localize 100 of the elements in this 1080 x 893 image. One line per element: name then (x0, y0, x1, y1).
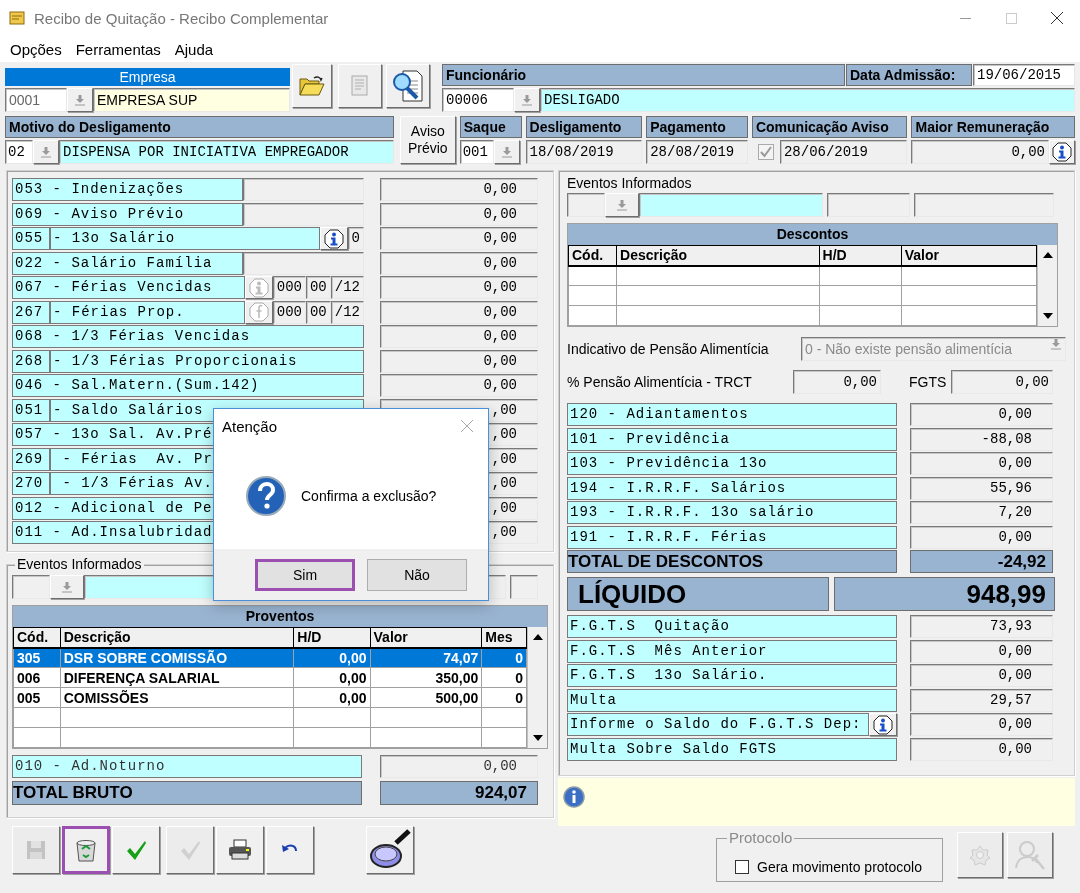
event-code: 269 (12, 447, 50, 471)
table-row[interactable]: 006 DIFERENÇA SALARIAL 0,00 350,00 0 (13, 667, 527, 688)
input-field[interactable] (12, 575, 50, 599)
date-field[interactable]: 28/08/2019 (646, 140, 748, 164)
value-field[interactable]: 0,00 (910, 639, 1053, 663)
date-field[interactable]: 18/08/2019 (525, 140, 643, 164)
code-field[interactable]: 00006 (442, 88, 514, 112)
input-field[interactable] (914, 193, 1054, 217)
checkbox-label: Gera movimento protocolo (757, 859, 922, 875)
event-label: 120 - Adiantamentos (567, 403, 897, 426)
name-field[interactable]: DISPENSA POR INICIATIVA EMPREGADOR (59, 140, 394, 164)
value-field[interactable]: 0,00 (951, 370, 1053, 394)
input-field[interactable]: 00 (305, 276, 331, 299)
info-button[interactable] (869, 713, 897, 736)
checkbox[interactable] (757, 144, 774, 160)
code-field[interactable]: 0001 (5, 88, 67, 112)
date-field[interactable]: 19/06/2015 (973, 64, 1075, 86)
value-field[interactable]: 0,00 (380, 755, 538, 778)
dropdown-button[interactable] (33, 140, 59, 164)
input-field[interactable] (567, 193, 605, 217)
input-field[interactable] (510, 575, 538, 599)
value-field[interactable]: 0,00 (380, 349, 538, 373)
table-cell: COMISSÕES (60, 687, 294, 708)
code-field[interactable]: 02 (5, 140, 33, 164)
table-row[interactable]: 305 DSR SOBRE COMISSÃO 0,00 74,07 0 (13, 647, 527, 668)
value-field[interactable]: 55,96 (910, 476, 1053, 500)
value-field[interactable]: 0,00 (380, 251, 538, 275)
net-value: 948,99 (834, 577, 1055, 611)
value-field[interactable]: 29,57 (910, 688, 1053, 712)
info-button[interactable] (1049, 140, 1075, 164)
date-field[interactable]: 28/06/2019 (779, 140, 908, 164)
table-cell: 350,00 (370, 667, 482, 688)
event-label: - 13o Salário (50, 227, 320, 250)
value-field[interactable]: -88,08 (910, 427, 1053, 451)
name-field[interactable]: DESLIGADO (540, 88, 1075, 112)
menu-item[interactable]: Ferramentas (68, 40, 168, 58)
value-field[interactable]: 0,00 (910, 452, 1053, 475)
scrollbar[interactable] (1037, 245, 1057, 326)
document-button[interactable] (338, 64, 382, 108)
name-field[interactable]: EMPRESA SUP (93, 88, 290, 112)
value-field[interactable]: 73,93 (910, 615, 1053, 638)
value-field[interactable]: 0,00 (911, 140, 1049, 164)
input-field[interactable] (827, 193, 910, 217)
value-field[interactable]: 0,00 (910, 713, 1053, 736)
input-field[interactable] (639, 193, 823, 217)
dropdown-button[interactable] (605, 193, 639, 217)
value-field[interactable]: 0,00 (910, 664, 1053, 687)
value-field[interactable]: 0,00 (910, 525, 1053, 549)
value-field[interactable]: 0,00 (380, 374, 538, 397)
table-cell: DIFERENÇA SALARIAL (60, 667, 294, 688)
print-button[interactable] (216, 826, 264, 874)
grid-title: Proventos (13, 606, 547, 627)
value-field[interactable]: 7,20 (910, 501, 1053, 524)
delete-button[interactable] (62, 826, 110, 874)
input-field[interactable] (243, 202, 364, 226)
input-field[interactable]: 000 (272, 276, 306, 299)
scrollbar[interactable] (527, 627, 547, 748)
dialog-button[interactable]: Sim (255, 558, 355, 591)
menu-item[interactable]: Opções (3, 40, 69, 58)
input-field[interactable] (243, 251, 364, 275)
maximize-icon (1005, 12, 1017, 24)
checkbox[interactable] (735, 860, 749, 874)
minimize-icon (959, 17, 971, 19)
input-field[interactable]: 000 (272, 300, 306, 324)
value-field[interactable]: 0,00 (380, 202, 538, 226)
undo-button[interactable] (266, 826, 314, 874)
dropdown-button[interactable] (50, 575, 84, 599)
field-label: Data Admissão: (846, 64, 972, 86)
dropdown-button[interactable] (67, 88, 93, 112)
arrow-down-icon (521, 94, 533, 106)
field-label: FGTS (909, 374, 948, 390)
dropdown-button[interactable] (514, 88, 540, 112)
input-field[interactable]: 00 (305, 300, 331, 324)
value-field[interactable]: 0,00 (910, 737, 1053, 761)
event-label: 101 - Previdência (567, 427, 897, 451)
input-field[interactable] (243, 178, 364, 201)
value-field[interactable]: 0,00 (380, 325, 538, 348)
confirm-button[interactable] (112, 826, 160, 874)
value-field[interactable]: 0,00 (910, 403, 1053, 426)
input-field[interactable]: /12 (330, 300, 364, 324)
column-header: Valor (901, 245, 1037, 266)
info-button[interactable] (319, 227, 348, 250)
input-field[interactable]: /12 (330, 276, 364, 299)
value-field[interactable]: 0,00 (380, 178, 538, 201)
search-button[interactable] (366, 826, 414, 874)
dropdown-button[interactable] (493, 140, 520, 164)
value-field[interactable]: 0,00 (380, 276, 538, 299)
value-field[interactable]: 0,00 (380, 300, 538, 324)
value-field[interactable]: 0,00 (380, 227, 538, 250)
search-button[interactable] (386, 64, 430, 108)
open-button[interactable] (292, 64, 332, 108)
value-field[interactable]: 0,00 (793, 370, 881, 394)
table-row[interactable]: 005 COMISSÕES 0,00 500,00 0 (13, 687, 527, 708)
event-code: 055 (12, 227, 50, 250)
code-field[interactable]: 001 (459, 140, 494, 164)
menu-item[interactable]: Ajuda (167, 40, 221, 58)
aviso-previo-button[interactable]: Aviso Prévio (399, 116, 456, 164)
dialog-button[interactable]: Não (367, 558, 467, 591)
event-code: 268 (12, 349, 50, 373)
table-cell: 0,00 (293, 687, 371, 708)
